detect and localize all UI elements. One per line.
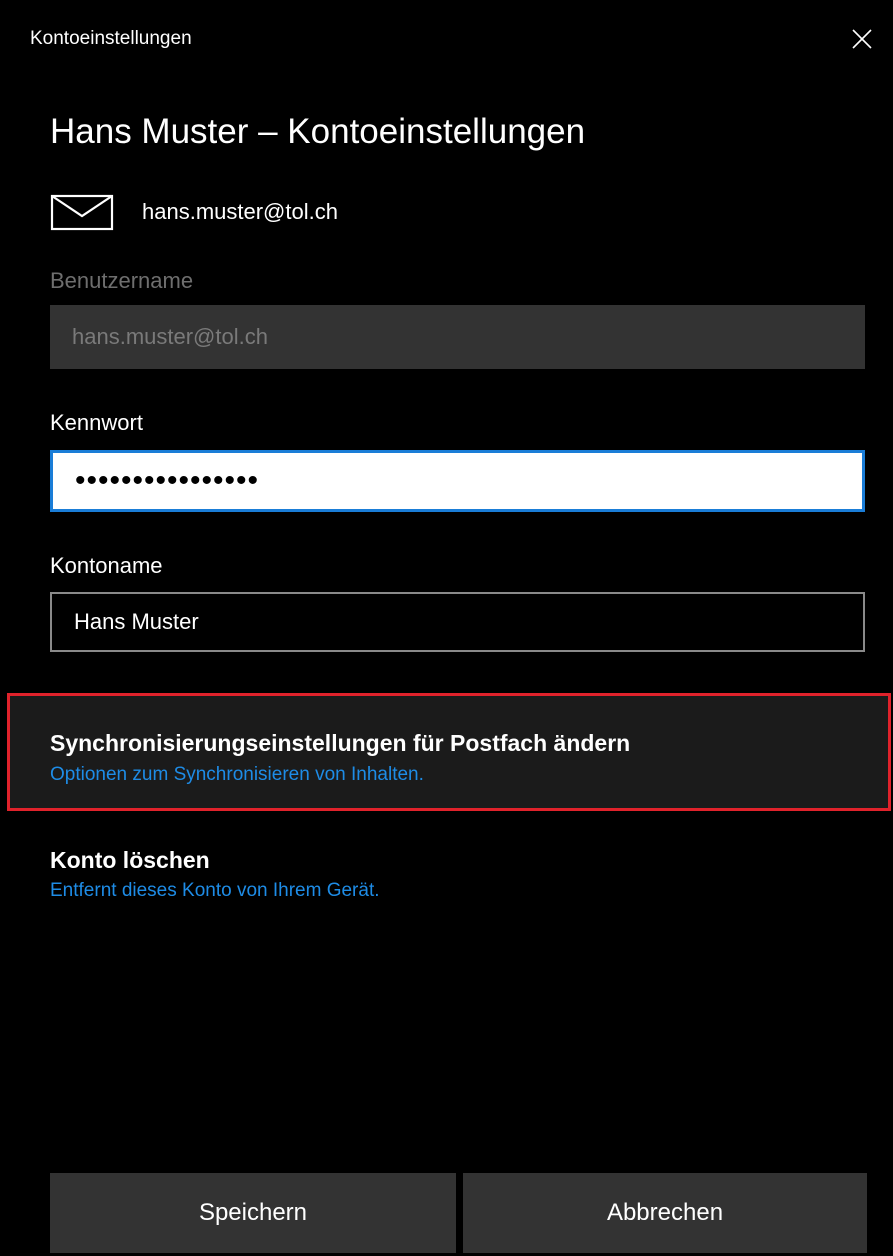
delete-account-title: Konto löschen bbox=[50, 847, 210, 873]
mail-icon bbox=[50, 190, 114, 234]
close-icon bbox=[852, 29, 872, 49]
page-title: Hans Muster – Kontoeinstellungen bbox=[50, 112, 586, 151]
sync-settings-subtitle: Optionen zum Synchronisieren von Inhalte… bbox=[50, 764, 424, 785]
account-name-label: Kontoname bbox=[50, 553, 163, 578]
sync-settings-item[interactable]: Synchronisierungseinstellungen für Postf… bbox=[7, 693, 891, 811]
delete-account-item[interactable]: Konto löschen Entfernt dieses Konto von … bbox=[50, 840, 865, 920]
save-button[interactable]: Speichern bbox=[50, 1173, 456, 1253]
account-email: hans.muster@tol.ch bbox=[142, 199, 338, 224]
delete-account-subtitle: Entfernt dieses Konto von Ihrem Gerät. bbox=[50, 880, 380, 901]
password-label: Kennwort bbox=[50, 410, 143, 435]
title-bar: Kontoeinstellungen bbox=[0, 0, 893, 80]
close-button[interactable] bbox=[845, 22, 879, 56]
username-field: hans.muster@tol.ch bbox=[50, 305, 865, 369]
username-label: Benutzername bbox=[50, 268, 194, 293]
cancel-button[interactable]: Abbrechen bbox=[463, 1173, 867, 1253]
window-title: Kontoeinstellungen bbox=[30, 28, 192, 49]
sync-settings-title: Synchronisierungseinstellungen für Postf… bbox=[50, 730, 631, 756]
password-field[interactable]: •••••••••••••••• bbox=[50, 450, 865, 512]
account-name-field[interactable]: Hans Muster bbox=[50, 592, 865, 652]
account-email-row: hans.muster@tol.ch bbox=[50, 190, 338, 234]
